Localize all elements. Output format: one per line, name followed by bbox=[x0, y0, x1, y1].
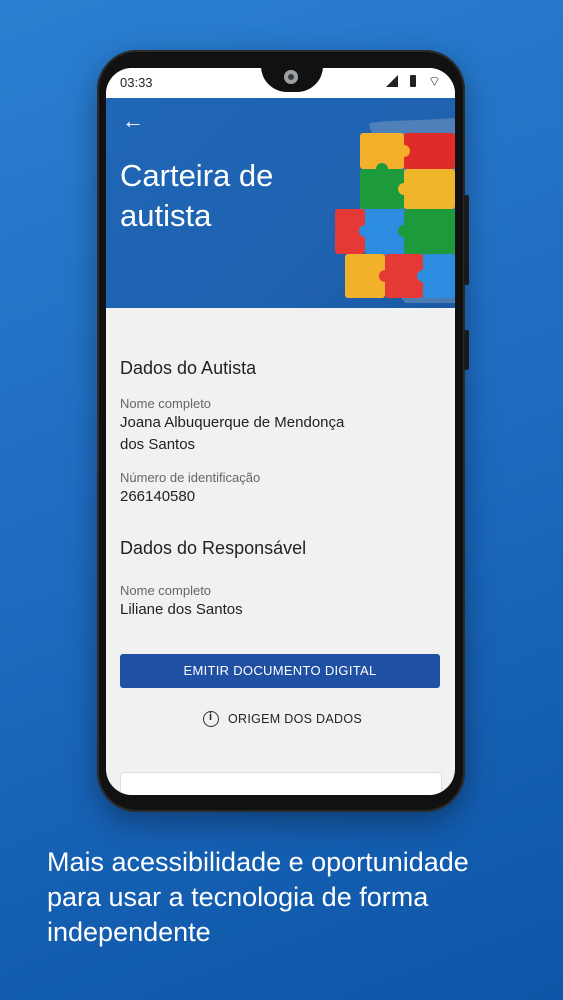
promo-tagline: Mais acessibilidade e oportunidade para … bbox=[47, 847, 469, 947]
hero-banner: ← Carteira de autista bbox=[106, 98, 455, 308]
responsavel-name-value: Liliane dos Santos bbox=[120, 601, 243, 618]
section-title-responsavel: Dados do Responsável bbox=[120, 538, 307, 558]
status-time: 03:33 bbox=[120, 75, 153, 90]
puzzle-head-illustration bbox=[335, 118, 455, 303]
signal-icon bbox=[385, 75, 398, 87]
info-icon bbox=[203, 711, 219, 727]
section-title-autista: Dados do Autista bbox=[120, 358, 257, 378]
wifi-icon: ⌔ bbox=[427, 73, 441, 89]
issue-document-button[interactable]: EMITIR DOCUMENTO DIGITAL bbox=[120, 654, 440, 688]
camera-icon bbox=[284, 70, 298, 84]
next-card bbox=[120, 772, 442, 795]
id-label: Número de identificação bbox=[120, 470, 261, 485]
phone-mockup: 03:33 ⌔ ← Carteira de autista Dados do A… bbox=[97, 50, 469, 812]
responsavel-name-label: Nome completo bbox=[120, 583, 212, 598]
battery-icon bbox=[409, 75, 416, 87]
status-icons: ⌔ bbox=[385, 73, 441, 89]
back-arrow-icon[interactable]: ← bbox=[122, 108, 144, 134]
content-area: Dados do Autista Nome completo Joana Alb… bbox=[106, 308, 455, 795]
autista-name-label: Nome completo bbox=[120, 396, 212, 411]
data-origin-label: ORIGEM DOS DADOS bbox=[228, 712, 362, 726]
camera-notch bbox=[261, 68, 323, 92]
phone-screen: 03:33 ⌔ ← Carteira de autista Dados do A… bbox=[106, 68, 455, 795]
autista-name-value: Joana Albuquerque de Mendonça dos Santos bbox=[120, 414, 345, 453]
data-origin-link[interactable]: ORIGEM DOS DADOS bbox=[203, 711, 362, 727]
status-bar: 03:33 ⌔ bbox=[106, 68, 455, 98]
id-value: 266140580 bbox=[120, 488, 196, 505]
power-button bbox=[464, 330, 469, 370]
page-title: Carteira de autista bbox=[120, 158, 274, 233]
volume-button bbox=[464, 195, 469, 285]
